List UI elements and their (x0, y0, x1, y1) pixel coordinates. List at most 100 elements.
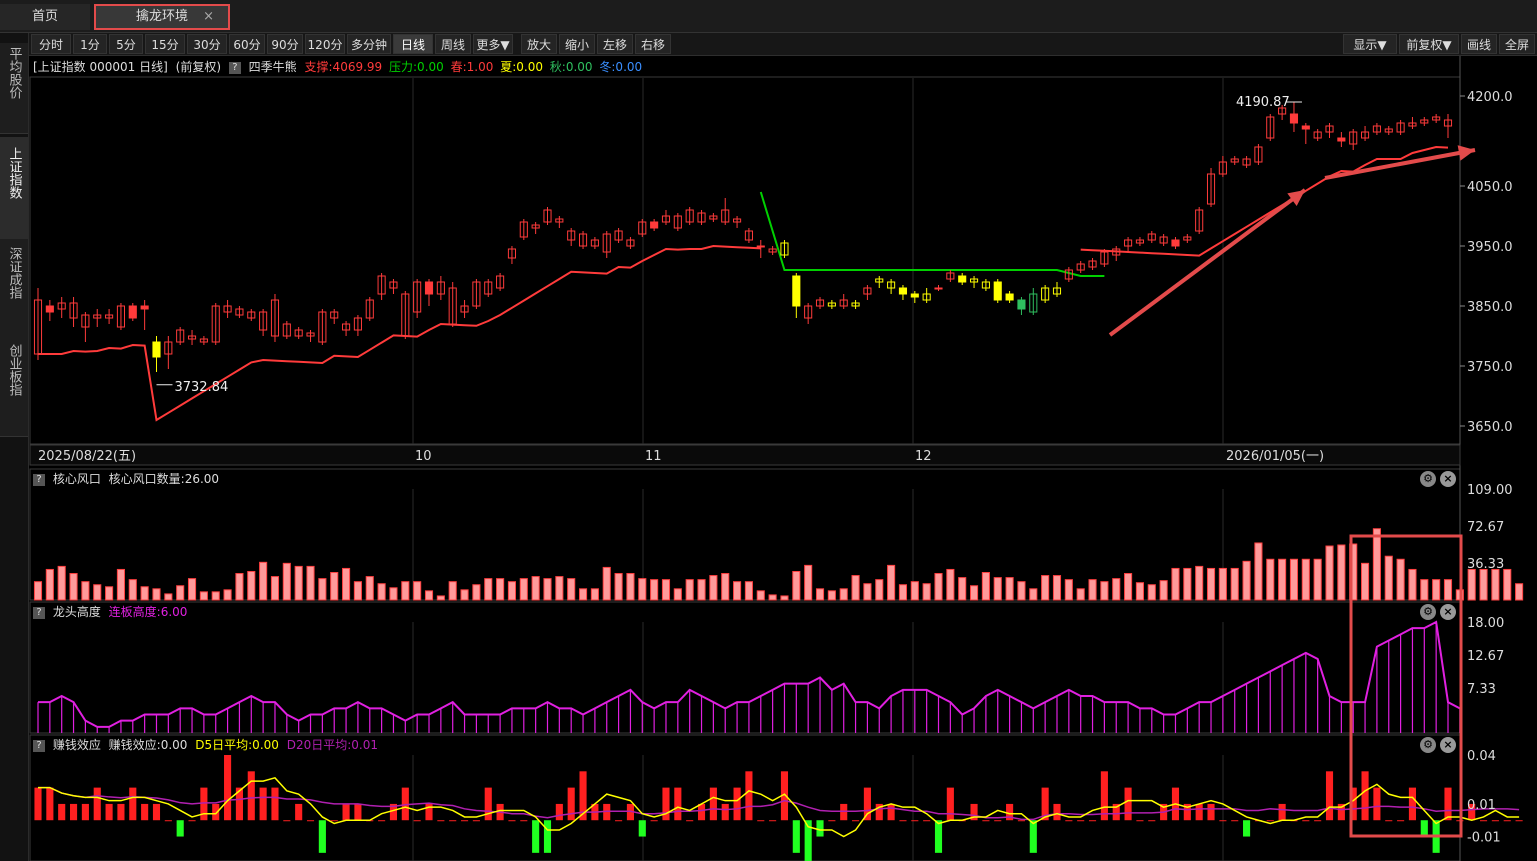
panel3-bar (354, 803, 362, 821)
panel3-bar (271, 787, 279, 821)
panel1-bar (993, 577, 1002, 601)
y-tick-label: 4050.0 (1467, 180, 1513, 195)
panel1-bar (969, 585, 979, 601)
panel3-bar (674, 787, 682, 821)
panel3-bar (911, 820, 919, 822)
panel3-bar (129, 787, 137, 821)
panel1-bar (1467, 568, 1476, 601)
panel1-bar (116, 568, 125, 601)
panel1-bar (958, 577, 967, 601)
panel1-bar (898, 584, 908, 601)
panel3-bar (69, 803, 78, 821)
y-tick-label: 4200.0 (1467, 90, 1513, 105)
panel1-bar (1254, 542, 1263, 601)
panel3-bar (1148, 820, 1156, 822)
panel1-bar (744, 581, 753, 601)
panel1-bar (330, 572, 339, 601)
panel1-bar (187, 578, 197, 601)
panel1-bar (567, 578, 576, 601)
panel3-bar (461, 820, 469, 822)
panel3-bar (1420, 820, 1428, 837)
panel1-bar (863, 583, 872, 601)
panel1-bar (1029, 588, 1038, 601)
panel1-bar (697, 579, 706, 601)
panel3-bar (1088, 820, 1097, 822)
panel3-bar (1124, 787, 1132, 821)
panel3-bar (816, 820, 824, 837)
panel1-bar (33, 581, 43, 601)
candle-body (650, 221, 659, 229)
panel1-bar (910, 581, 919, 601)
panel1-bar (815, 588, 825, 601)
panel1-bar (1064, 579, 1073, 601)
panel1-bar (1396, 558, 1405, 601)
panel3-tick-label: 0.04 (1467, 749, 1496, 764)
support-line (1080, 145, 1449, 257)
panel3-bar (828, 820, 836, 822)
panel1-bar (756, 590, 765, 601)
panel3-bar (650, 820, 658, 822)
panel1-tick-label: 72.67 (1467, 520, 1504, 535)
panel1-bar (199, 591, 208, 601)
panel1-bar (661, 579, 671, 601)
panel3-bar (188, 820, 196, 822)
panel1-bar (81, 581, 90, 601)
panel1-bar (875, 579, 884, 601)
panel1-bar (685, 579, 694, 601)
panel1-bar (1443, 579, 1453, 601)
panel1-bar (827, 590, 836, 601)
high-annotation: 4190.87 (1236, 95, 1290, 110)
panel1-bar (93, 584, 102, 601)
candle-body (128, 305, 137, 319)
panel3-bar (342, 803, 350, 821)
panel3-bar (840, 803, 848, 821)
panel3-bar (1361, 771, 1369, 821)
panel1-bar (851, 575, 860, 601)
panel1-tick-label: 36.33 (1467, 557, 1504, 572)
panel3-bar (520, 820, 528, 822)
panel1-bar (247, 570, 256, 601)
panel1-bar (235, 573, 244, 601)
y-tick-label: 3750.0 (1467, 360, 1513, 375)
panel3-bar (1503, 820, 1511, 822)
candle-body (1017, 299, 1026, 310)
panel1-bar (1206, 567, 1216, 601)
panel1-bar (57, 565, 66, 601)
panel3-bar (899, 820, 907, 822)
chart-canvas[interactable]: 4200.0 4050.0 3950.0 3850.0 3750.0 3650.0 2025… (0, 0, 1537, 861)
panel3-bar (164, 820, 172, 822)
panel1-bar (733, 581, 742, 601)
panel3-tick-label: 0.01 (1467, 798, 1496, 813)
panel1-bar (602, 566, 611, 601)
panel1-bar (1088, 579, 1097, 601)
panel1-bar (650, 579, 659, 601)
panel3-bar (923, 820, 931, 822)
y-tick-label: 3650.0 (1467, 420, 1513, 435)
panel1-bar (519, 578, 528, 601)
panel1-bar (259, 561, 268, 601)
panel1-bar (496, 578, 505, 601)
panel3-bar (863, 787, 871, 821)
candle-body (1171, 239, 1180, 247)
panel3-bar (543, 820, 552, 853)
panel1-bar (543, 578, 552, 601)
panel3-bar (425, 803, 433, 821)
panel1-bar (780, 595, 789, 601)
panel1-bar (1372, 528, 1381, 601)
panel3-bar (200, 787, 208, 821)
panel3-bar (1385, 820, 1393, 822)
panel3-bar (567, 787, 575, 821)
panel3-bar (449, 820, 457, 822)
candle-body (1337, 137, 1346, 142)
panel3-bar (1491, 820, 1499, 822)
panel1-bar (282, 562, 291, 601)
panel1-bar (1266, 558, 1275, 601)
panel1-bar (1313, 558, 1322, 601)
panel3-bar (224, 755, 232, 821)
panel3-bar (105, 803, 113, 821)
panel3-bar (508, 820, 516, 822)
panel1-bar (1124, 573, 1133, 601)
panel3-bar (247, 771, 255, 821)
panel1-bar (1112, 578, 1121, 601)
candle-body (152, 341, 161, 358)
